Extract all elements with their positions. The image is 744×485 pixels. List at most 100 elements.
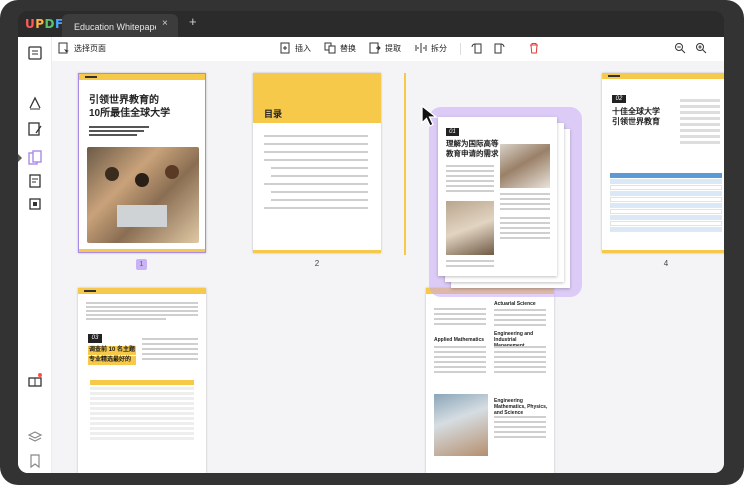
text-line [446,170,494,172]
text-line [142,338,198,340]
page-4-title-line-1: 十佳全球大学 [612,107,660,116]
dragged-page-title: 理解为国际高等 教育申请的需求 [446,139,499,159]
edit-icon[interactable] [27,121,43,137]
text-line [142,353,198,355]
student-photo [434,394,488,456]
protect-icon[interactable] [27,196,43,212]
toc-heading: 目录 [264,109,283,119]
tab-close-icon[interactable]: × [162,18,168,29]
text-line [494,319,546,321]
text-line [494,351,546,353]
page-number-4: 4 [663,259,669,268]
page-toolbar: 选择页面 插入 替换 提取 拆分 [52,37,724,61]
text-line [86,306,198,308]
page-1-title: 引领世界教育的 10所最佳全球大学 [89,94,170,120]
text-line [446,185,494,187]
text-line [89,134,137,136]
extract-icon [369,42,381,54]
gift-icon[interactable] [27,372,43,388]
organize-pages-icon[interactable] [27,150,43,166]
rotate-right-button[interactable] [493,42,505,54]
page-4-title: 十佳全球大学 引领世界教育 [612,107,660,127]
toc-line [264,159,368,161]
page-brand-mark [608,75,620,77]
text-line [500,237,550,239]
campus-photo [446,201,494,255]
text-line [494,431,546,433]
main-content: 选择页面 插入 替换 提取 拆分 引领世界教育的 10所最佳全球大学 1 目录 … [18,37,724,473]
text-line [89,130,144,132]
section-badge: 03 [88,334,102,343]
text-line [494,426,546,428]
left-tool-rail [18,37,52,473]
extract-button[interactable]: 提取 [369,42,401,54]
dragged-page[interactable]: 01 理解为国际高等 教育申请的需求 [438,117,557,276]
reader-icon[interactable] [27,45,43,61]
document-tab[interactable]: Education Whitepaper-中文 × [62,14,178,37]
text-line [494,366,546,368]
text-line [500,208,550,210]
text-line [434,323,486,325]
toc-line [271,199,368,201]
layers-icon[interactable] [27,429,43,445]
page-thumbnail-4[interactable]: 02 十佳全球大学 引领世界教育 [602,73,724,253]
select-pages-button[interactable]: 选择页面 [58,42,106,54]
text-line [434,318,486,320]
toc-line [264,135,368,137]
rotate-left-button[interactable] [471,42,483,54]
comment-icon[interactable] [27,95,43,111]
text-line [434,308,486,310]
convert-icon[interactable] [27,173,43,189]
page-thumbnail-5[interactable]: 03 调查前 10 名主题 专业精选最好的 [78,288,206,473]
text-line [500,198,550,200]
insert-button[interactable]: 插入 [279,42,311,54]
text-line [494,371,546,373]
extract-label: 提取 [385,43,401,53]
rotate-right-icon [494,43,505,54]
text-line [434,361,486,363]
text-line [494,346,546,348]
replace-label: 替换 [340,43,356,53]
text-line [434,371,486,373]
trash-icon [530,43,538,54]
page-thumbnail-grid: 引领世界教育的 10所最佳全球大学 1 目录 2 02 十佳全球大学 引领世界教… [52,61,724,473]
zoom-out-button[interactable] [674,42,686,54]
insert-label: 插入 [295,43,311,53]
split-label: 拆分 [431,43,447,53]
text-line [500,217,550,219]
delete-button[interactable] [528,42,540,54]
toc-line [264,207,368,209]
graduate-photo [500,144,550,188]
new-tab-button[interactable]: + [189,14,197,29]
dragged-page-title-line-1: 理解为国际高等 [446,139,499,148]
section-heading: Applied Mathematics [434,337,485,343]
toc-line [264,183,368,185]
text-line [446,190,494,192]
page-top-bar [602,73,724,79]
text-line [446,180,494,182]
page-number-2: 2 [314,259,320,268]
text-line [494,361,546,363]
zoom-in-icon [696,43,707,54]
page-5-title-line-1: 调查前 10 名主题 [88,346,137,355]
app-logo: UPDF [25,17,64,31]
bookmark-icon[interactable] [27,453,43,469]
page-brand-mark [85,76,97,78]
ranking-table [610,173,722,235]
page-thumbnail-2[interactable]: 目录 [253,73,381,253]
toolbar-divider [460,43,461,55]
text-line [86,314,198,316]
replace-button[interactable]: 替换 [324,42,356,54]
section-badge: 01 [446,128,459,136]
select-pages-label: 选择页面 [74,43,106,53]
text-line [500,203,550,205]
text-line [434,356,486,358]
page-thumbnail-1[interactable]: 引领世界教育的 10所最佳全球大学 [78,73,206,253]
text-line [494,421,546,423]
mouse-cursor-icon [420,104,442,133]
page-thumbnail-6[interactable]: Applied Mathematics Actuarial Science En… [426,288,554,473]
zoom-in-button[interactable] [695,42,707,54]
split-button[interactable]: 拆分 [415,42,447,54]
page-number-1: 1 [136,259,147,270]
text-line [500,222,550,224]
